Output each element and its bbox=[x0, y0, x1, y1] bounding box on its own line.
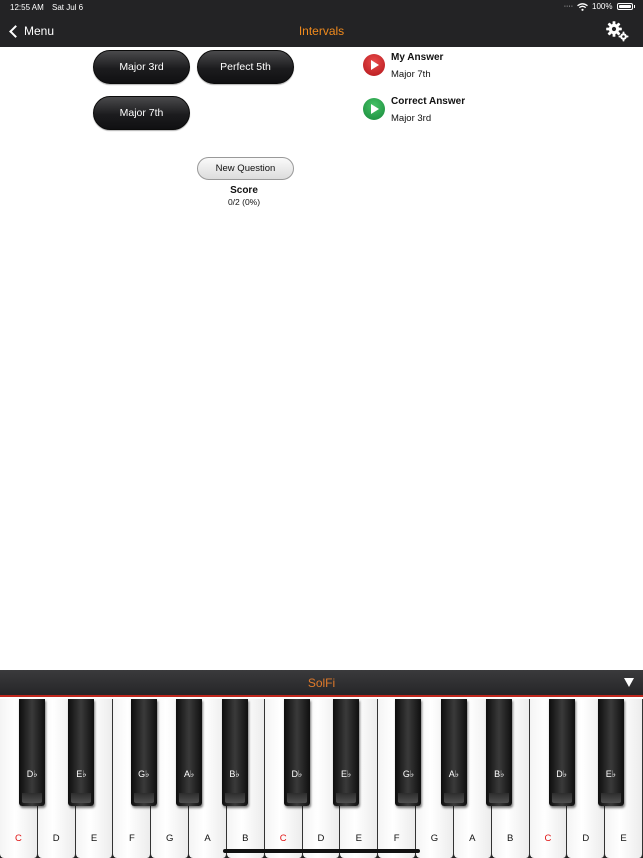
black-key-label: E♭ bbox=[76, 769, 87, 779]
play-my-answer-icon[interactable] bbox=[363, 54, 385, 76]
signal-dots-icon: ···· bbox=[563, 3, 574, 10]
white-key-label: E bbox=[90, 833, 98, 844]
black-key-d-flat[interactable]: D♭ bbox=[19, 699, 46, 806]
wifi-icon bbox=[577, 2, 588, 11]
white-key-label: E bbox=[620, 833, 627, 844]
battery-percent: 100% bbox=[592, 2, 613, 11]
black-key-b-flat[interactable]: B♭ bbox=[221, 699, 248, 806]
white-key-label: D bbox=[52, 833, 60, 844]
black-key-label: A♭ bbox=[448, 769, 459, 779]
black-key-label: B♭ bbox=[494, 769, 505, 779]
black-key-e-flat[interactable]: E♭ bbox=[597, 699, 624, 806]
correct-answer-label: Correct Answer bbox=[391, 96, 466, 107]
answer-button-perfect-5th[interactable]: Perfect 5th bbox=[197, 50, 294, 84]
white-key-label: C bbox=[14, 833, 22, 844]
battery-icon bbox=[616, 3, 633, 10]
black-key-g-flat[interactable]: G♭ bbox=[395, 699, 422, 806]
play-correct-answer-icon[interactable] bbox=[363, 98, 385, 120]
white-key-label: G bbox=[430, 833, 439, 844]
keyboard-title: SolFi bbox=[307, 676, 336, 690]
white-key-label: F bbox=[393, 833, 400, 844]
collapse-triangle-icon[interactable] bbox=[624, 678, 634, 687]
white-key-label: C bbox=[544, 833, 552, 844]
black-key-g-flat[interactable]: G♭ bbox=[130, 699, 157, 806]
answer-button-major-7th[interactable]: Major 7th bbox=[93, 96, 190, 130]
status-indicators: ···· 100% bbox=[564, 2, 635, 11]
white-key-label: E bbox=[355, 833, 362, 844]
black-key-label: A♭ bbox=[183, 769, 195, 779]
black-key-a-flat[interactable]: A♭ bbox=[176, 699, 203, 806]
piano-keyboard: C D E F G A B C D E F G A B C D E D♭ E♭ G♭ A♭ B♭ D♭ E♭ G♭ A♭ B♭ D♭ E… bbox=[0, 699, 643, 858]
black-key-label: D♭ bbox=[26, 769, 38, 779]
black-key-d-flat[interactable]: D♭ bbox=[283, 699, 310, 806]
new-question-button[interactable]: New Question bbox=[197, 157, 294, 180]
correct-answer-value: Major 3rd bbox=[391, 113, 432, 124]
black-key-label: D♭ bbox=[556, 769, 568, 779]
white-key-label: C bbox=[279, 833, 287, 844]
score-title: Score bbox=[230, 185, 258, 196]
battery-tip bbox=[633, 5, 635, 8]
black-key-label: E♭ bbox=[340, 769, 352, 779]
status-date: Sat Jul 6 bbox=[52, 3, 84, 12]
score-value: 0/2 (0%) bbox=[227, 197, 261, 207]
settings-gears-icon[interactable] bbox=[605, 20, 629, 42]
my-answer-value: Major 7th bbox=[391, 69, 431, 80]
home-indicator bbox=[223, 849, 420, 853]
my-answer-label: My Answer bbox=[391, 52, 444, 63]
black-key-b-flat[interactable]: B♭ bbox=[486, 699, 513, 806]
black-key-label: E♭ bbox=[605, 769, 616, 779]
white-key-label: D bbox=[582, 833, 590, 844]
status-time: 12:55 AM bbox=[10, 3, 44, 12]
white-key-label: F bbox=[128, 833, 135, 844]
black-key-label: G♭ bbox=[402, 769, 415, 779]
white-key-label: A bbox=[204, 833, 211, 844]
white-key-label: B bbox=[506, 833, 514, 844]
black-key-label: D♭ bbox=[291, 769, 303, 779]
white-key-label: A bbox=[469, 833, 476, 844]
top-bar: 12:55 AM Sat Jul 6 ···· 100% Menu Interv… bbox=[0, 0, 643, 47]
black-key-e-flat[interactable]: E♭ bbox=[68, 699, 95, 806]
black-key-e-flat[interactable]: E♭ bbox=[333, 699, 360, 806]
black-key-d-flat[interactable]: D♭ bbox=[548, 699, 575, 806]
white-key-label: G bbox=[165, 833, 174, 844]
page-title: Intervals bbox=[298, 24, 345, 38]
white-key-label: D bbox=[317, 833, 325, 844]
black-key-label: G♭ bbox=[138, 769, 150, 779]
black-key-a-flat[interactable]: A♭ bbox=[440, 699, 467, 806]
white-key-label: B bbox=[242, 833, 249, 844]
keyboard-header: SolFi bbox=[0, 670, 643, 697]
black-key-label: B♭ bbox=[229, 769, 240, 779]
screen: 12:55 AM Sat Jul 6 ···· 100% Menu Interv… bbox=[0, 0, 643, 858]
answer-button-major-3rd[interactable]: Major 3rd bbox=[93, 50, 190, 84]
